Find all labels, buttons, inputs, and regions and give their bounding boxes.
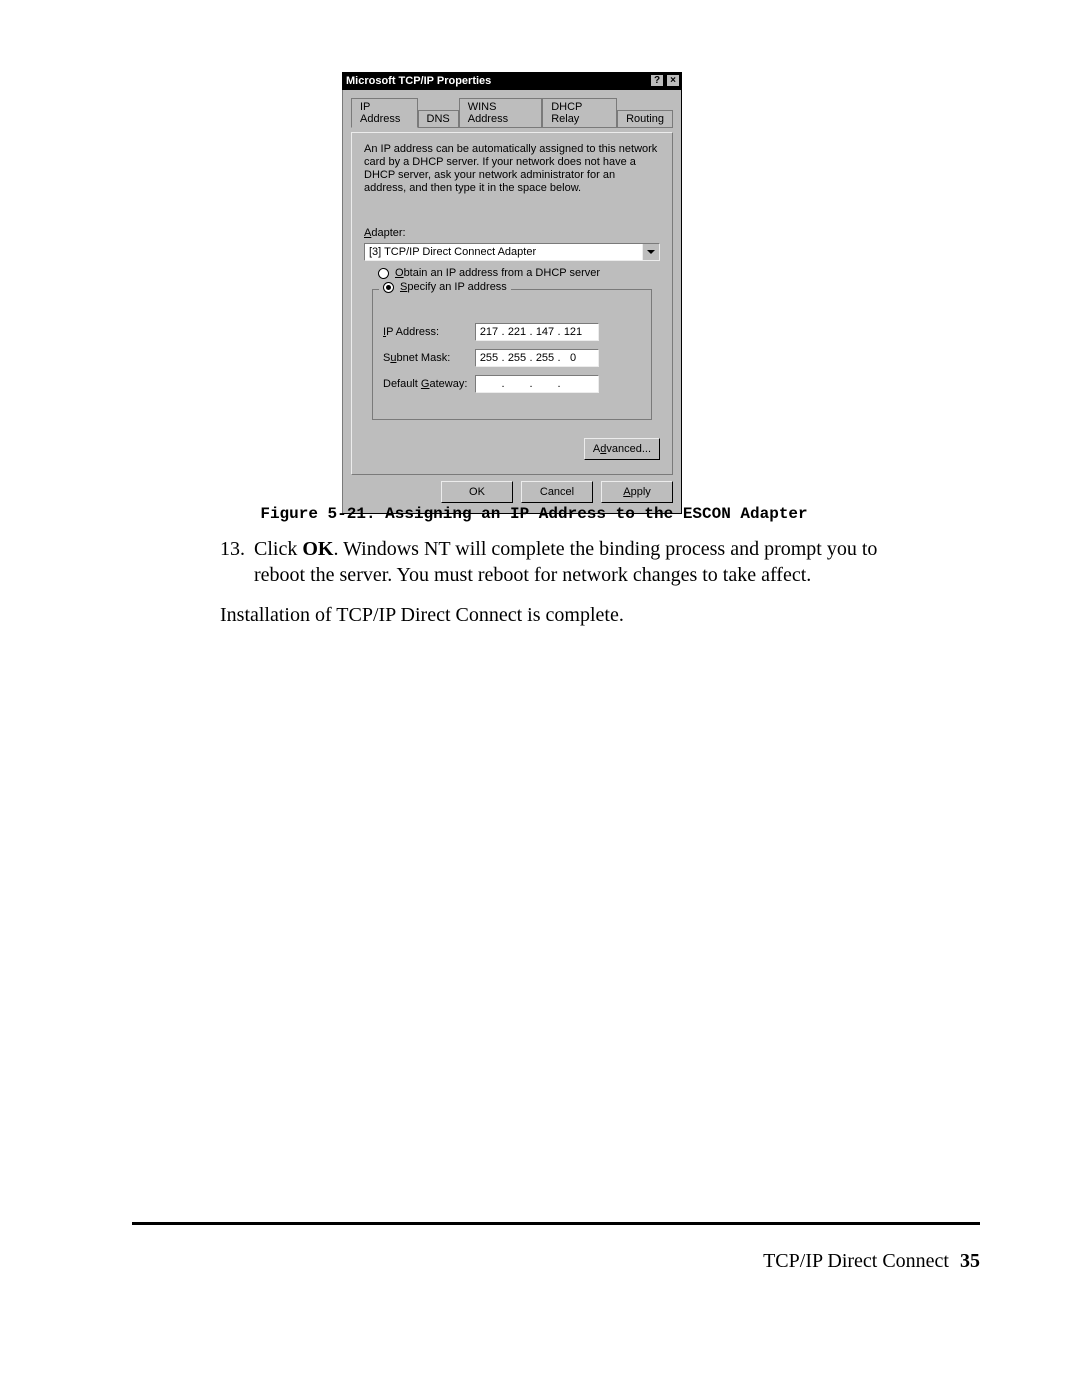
tab-dhcp-relay[interactable]: DHCP Relay [542, 98, 617, 127]
radio-specify-ip[interactable]: Specify an IP address [379, 281, 511, 293]
page-number: 35 [960, 1250, 980, 1272]
adapter-value: [3] TCP/IP Direct Connect Adapter [365, 244, 642, 260]
tab-strip: IP Address DNS WINS Address DHCP Relay R… [351, 98, 673, 128]
document-page: Microsoft TCP/IP Properties ? × IP Addre… [0, 0, 1080, 1397]
tab-wins-address[interactable]: WINS Address [459, 98, 542, 127]
footer-rule [132, 1222, 980, 1225]
radio-icon [383, 282, 394, 293]
cancel-button[interactable]: Cancel [521, 481, 593, 503]
tab-dns[interactable]: DNS [418, 110, 459, 127]
tcpip-properties-dialog: Microsoft TCP/IP Properties ? × IP Addre… [342, 72, 682, 514]
subnet-mask-input[interactable]: 255. 255. 255. 0 [475, 349, 599, 367]
apply-button[interactable]: Apply [601, 481, 673, 503]
dialog-title: Microsoft TCP/IP Properties [346, 75, 491, 87]
tab-routing[interactable]: Routing [617, 110, 673, 127]
default-gateway-row: Default Gateway: . . . [383, 375, 641, 393]
footer: TCP/IP Direct Connect 35 [763, 1250, 980, 1273]
help-icon[interactable]: ? [650, 74, 664, 87]
dialog-button-row: OK Cancel Apply [351, 481, 673, 503]
radio-obtain-dhcp[interactable]: Obtain an IP address from a DHCP server [378, 267, 660, 279]
ip-address-input[interactable]: 217. 221. 147. 121 [475, 323, 599, 341]
step-number: 13. [220, 536, 254, 562]
dialog-body: IP Address DNS WINS Address DHCP Relay R… [342, 90, 682, 514]
step-13: 13.Click OK. Windows NT will complete th… [220, 536, 880, 588]
explanation-text: An IP address can be automatically assig… [364, 143, 660, 195]
adapter-combobox[interactable]: [3] TCP/IP Direct Connect Adapter [364, 243, 660, 261]
dialog-titlebar: Microsoft TCP/IP Properties ? × [342, 72, 682, 90]
install-complete-text: Installation of TCP/IP Direct Connect is… [220, 602, 880, 628]
close-icon[interactable]: × [666, 74, 680, 87]
ok-button[interactable]: OK [441, 481, 513, 503]
chevron-down-icon[interactable] [642, 244, 659, 260]
default-gateway-input[interactable]: . . . [475, 375, 599, 393]
advanced-button[interactable]: Advanced... [584, 438, 660, 460]
radio-icon [378, 268, 389, 279]
subnet-mask-row: Subnet Mask: 255. 255. 255. 0 [383, 349, 641, 367]
ip-address-row: IP Address: 217. 221. 147. 121 [383, 323, 641, 341]
adapter-label: Adapter: [364, 227, 660, 239]
tab-ip-address[interactable]: IP Address [351, 98, 418, 128]
figure-caption: Figure 5-21. Assigning an IP Address to … [224, 505, 844, 523]
specify-ip-group: Specify an IP address IP Address: 217. 2… [372, 289, 652, 420]
footer-title: TCP/IP Direct Connect [763, 1250, 949, 1272]
ip-address-panel: An IP address can be automatically assig… [351, 132, 673, 475]
